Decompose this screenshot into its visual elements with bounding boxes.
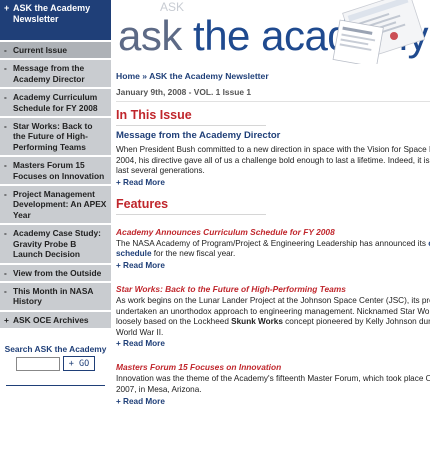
search-label: Search ASK the Academy: [4, 344, 107, 355]
dash-bullet-icon: -: [4, 92, 7, 103]
feature-excerpt: As work begins on the Lunar Lander Proje…: [116, 296, 430, 338]
sidebar-item-label: Academy Case Study: Gravity Probe B Laun…: [13, 228, 101, 260]
excerpt-text: The NASA Academy of Program/Project & En…: [116, 238, 429, 248]
sidebar-item-label: Academy Curriculum Schedule for FY 2008: [13, 92, 98, 113]
sidebar-item-director-message[interactable]: - Message from the Academy Director: [0, 58, 111, 88]
dash-bullet-icon: -: [4, 189, 7, 200]
sidebar-item-apex[interactable]: - Project Management Development: An APE…: [0, 184, 111, 224]
magazine-collage-image: [332, 0, 426, 64]
excerpt-line: last several generations.: [116, 166, 205, 176]
sidebar-item-label: This Month in NASA History: [13, 285, 94, 307]
director-message-excerpt: When President Bush committed to a new d…: [116, 145, 430, 177]
excerpt-text: concept pioneered by Kelly Johnson durin…: [282, 317, 430, 327]
excerpt-text: loosely based on the Lockheed: [116, 317, 232, 327]
search-box: Search ASK the Academy + GO: [0, 344, 111, 372]
sidebar-item-curriculum[interactable]: - Academy Curriculum Schedule for FY 200…: [0, 87, 111, 117]
sidebar-divider: [6, 385, 105, 387]
excerpt-line: 2007, in Mesa, Arizona.: [116, 384, 202, 394]
sidebar-item-view-outside[interactable]: - View from the Outside: [0, 262, 111, 281]
dash-bullet-icon: -: [4, 160, 7, 171]
director-message-title[interactable]: Message from the Academy Director: [116, 130, 430, 141]
read-more-link[interactable]: + Read More: [116, 261, 430, 270]
feature-title[interactable]: Star Works: Back to the Future of High-P…: [116, 284, 430, 294]
breadcrumb[interactable]: Home » ASK the Academy Newsletter: [116, 71, 430, 81]
search-input[interactable]: [15, 356, 60, 371]
search-row: + GO: [0, 356, 111, 372]
dash-bullet-icon: -: [4, 285, 7, 296]
banner: ASK ask the academy: [112, 0, 430, 66]
sidebar-item-case-study[interactable]: - Academy Case Study: Gravity Probe B La…: [0, 223, 111, 263]
heading-divider: [116, 125, 266, 126]
sidebar: + ASK the Academy Newsletter - Current I…: [0, 0, 111, 451]
dash-bullet-icon: -: [4, 267, 7, 278]
excerpt-line: undertaken an unorthodox approach to eng…: [116, 306, 430, 316]
sidebar-item-label: Star Works: Back to the Future of High-P…: [13, 121, 93, 152]
main-content: Home » ASK the Academy Newsletter Januar…: [116, 66, 430, 406]
banner-logo-ask: ask: [118, 12, 182, 59]
features-heading: Features: [116, 196, 169, 211]
feature-excerpt: Innovation was the theme of the Academy'…: [116, 374, 430, 395]
sidebar-item-label: Current Issue: [13, 45, 67, 55]
sidebar-item-label: View from the Outside: [13, 267, 102, 278]
plus-bullet-icon: +: [4, 3, 10, 13]
sidebar-item-label: ASK the Academy Newsletter: [13, 3, 91, 24]
dash-bullet-icon: -: [4, 228, 7, 239]
dash-bullet-icon: -: [4, 121, 7, 132]
excerpt-line: Innovation was the theme of the Academy'…: [116, 374, 430, 384]
search-go-button[interactable]: + GO: [62, 356, 96, 372]
sidebar-item-masters-forum[interactable]: - Masters Forum 15 Focuses on Innovation: [0, 155, 111, 185]
excerpt-text: for the new fiscal year.: [151, 249, 236, 259]
sidebar-item-archives[interactable]: + ASK OCE Archives: [0, 309, 111, 329]
sidebar-item-star-works[interactable]: - Star Works: Back to the Future of High…: [0, 116, 111, 156]
sidebar-item-label: ASK OCE Archives: [13, 314, 89, 325]
feature-title[interactable]: Masters Forum 15 Focuses on Innovation: [116, 362, 430, 372]
read-more-link[interactable]: + Read More: [116, 339, 430, 348]
read-more-link[interactable]: + Read More: [116, 178, 430, 187]
excerpt-line: World War II.: [116, 327, 164, 337]
dash-bullet-icon: -: [4, 63, 7, 74]
issue-date: January 9th, 2008 - VOL. 1 Issue 1: [116, 87, 430, 102]
sidebar-item-current-issue[interactable]: - Current Issue: [0, 40, 111, 59]
dash-bullet-icon: -: [4, 45, 7, 55]
excerpt-line: schedule for the new fiscal year.: [116, 249, 430, 260]
sidebar-item-newsletter[interactable]: + ASK the Academy Newsletter: [0, 0, 111, 40]
excerpt-line: As work begins on the Lunar Lander Proje…: [116, 295, 430, 305]
sidebar-item-label: Masters Forum 15 Focuses on Innovation: [13, 160, 105, 181]
feature-title[interactable]: Academy Announces Curriculum Schedule fo…: [116, 227, 430, 237]
go-label: GO: [79, 358, 90, 369]
schedule-link[interactable]: schedule: [116, 249, 152, 258]
read-more-link[interactable]: + Read More: [116, 397, 430, 406]
excerpt-line: loosely based on the Lockheed Skunk Work…: [116, 317, 430, 328]
feature-excerpt: The NASA Academy of Program/Project & En…: [116, 239, 430, 260]
sidebar-item-label: Message from the Academy Director: [13, 63, 85, 84]
sidebar-item-label: Project Management Development: An APEX …: [13, 189, 107, 220]
sidebar-item-nasa-history[interactable]: - This Month in NASA History: [0, 280, 111, 310]
plus-bullet-icon: +: [4, 314, 9, 325]
in-this-issue-heading: In This Issue: [116, 108, 192, 122]
excerpt-line: 2004, his directive gave all of us a cha…: [116, 155, 430, 165]
excerpt-line: The NASA Academy of Program/Project & En…: [116, 239, 430, 250]
heading-divider: [116, 213, 266, 215]
excerpt-line: When President Bush committed to a new d…: [116, 145, 430, 154]
skunk-works-text: Skunk Works: [231, 317, 283, 327]
